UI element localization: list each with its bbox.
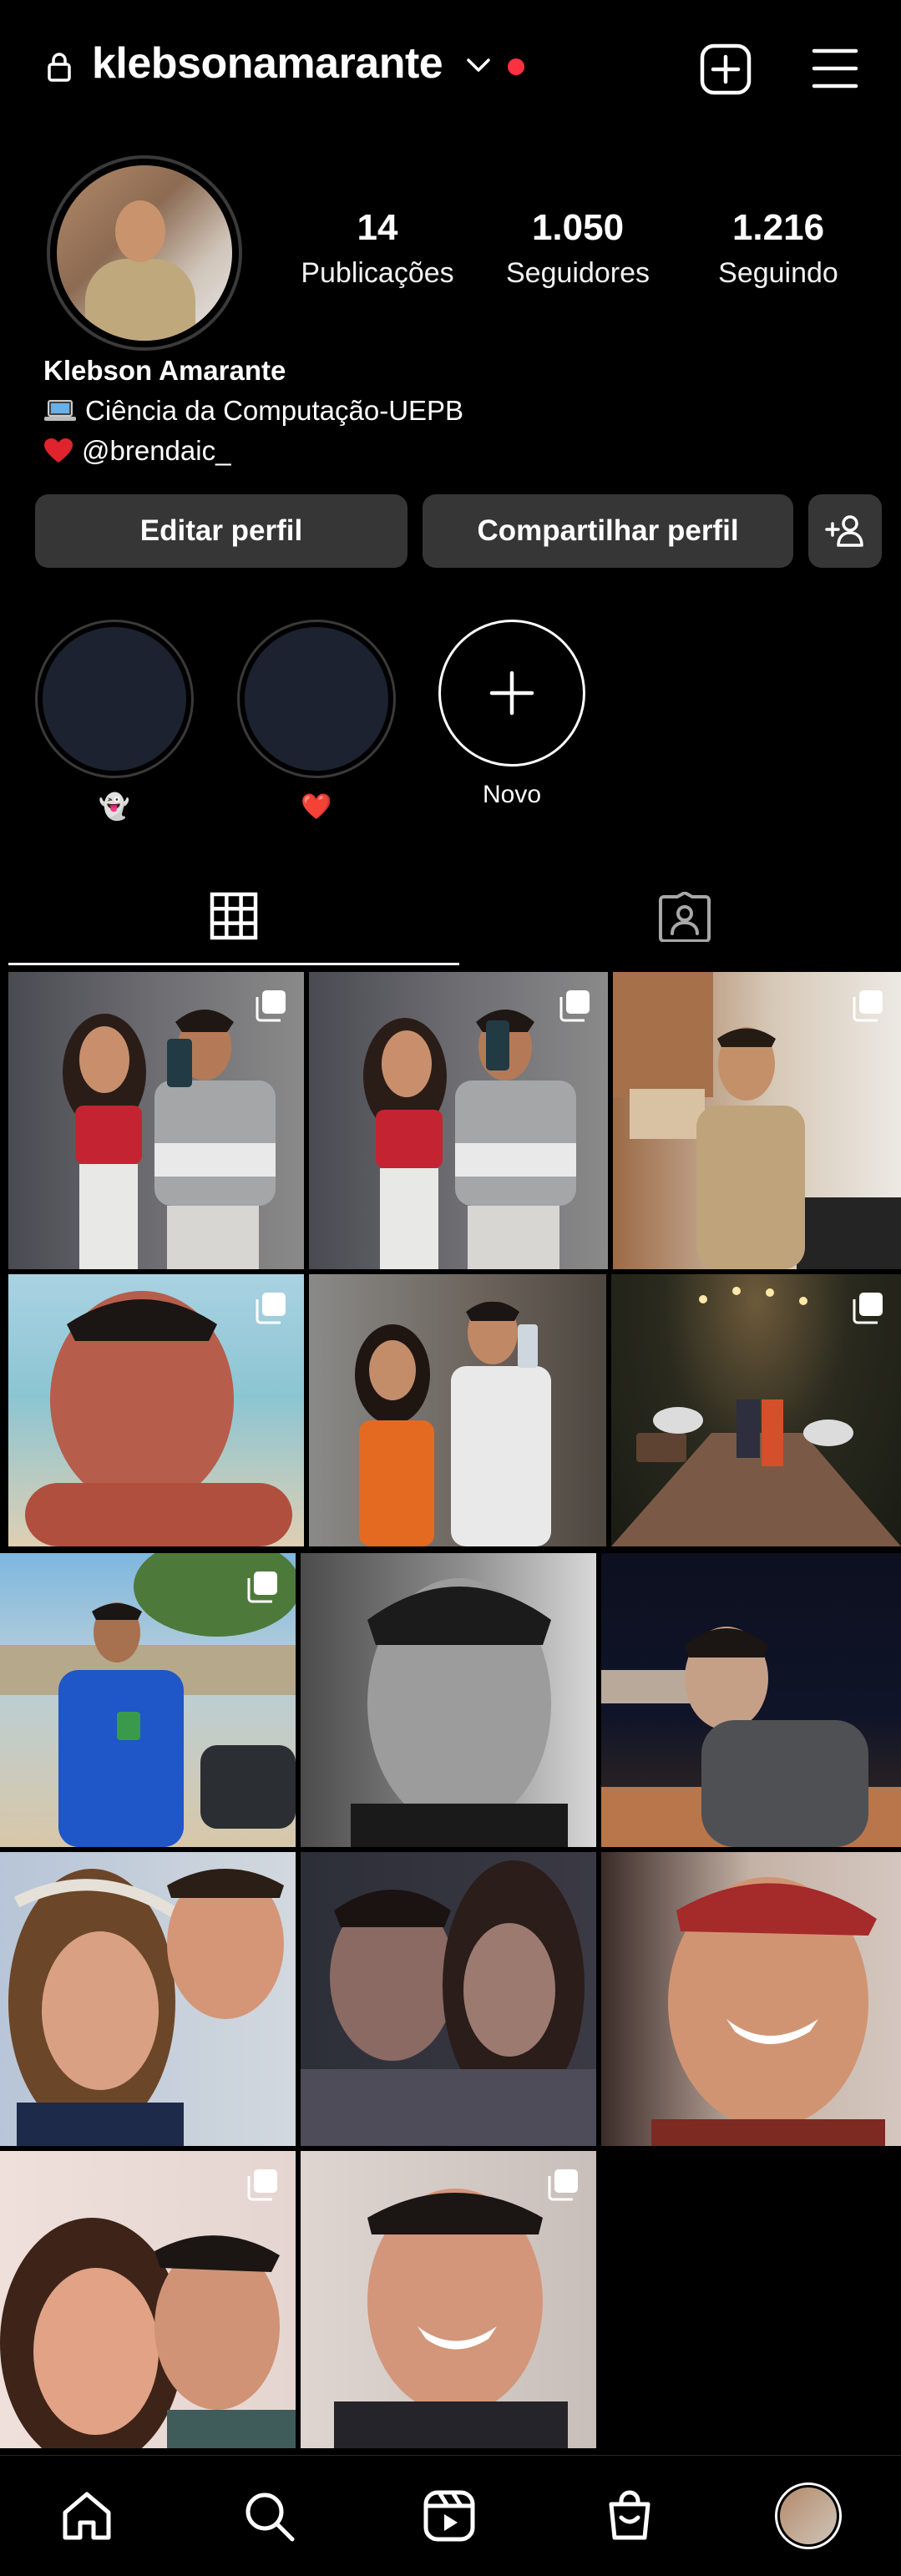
stat-followers-label: Seguidores <box>505 257 650 289</box>
laptop-icon <box>44 400 76 421</box>
bio-line-partner: @brendaic_ <box>43 431 463 471</box>
home-icon <box>63 2492 111 2540</box>
new-highlight-button[interactable] <box>438 620 585 767</box>
carousel-icon <box>853 1293 883 1324</box>
nav-shop[interactable] <box>600 2486 660 2546</box>
post-10[interactable] <box>0 1852 296 2146</box>
carousel-icon <box>256 1293 286 1324</box>
carousel-icon <box>559 990 590 1022</box>
tagged-icon <box>659 892 711 942</box>
post-1[interactable] <box>8 972 304 1269</box>
add-person-icon <box>825 515 863 547</box>
stat-following[interactable]: 1.216 Seguindo <box>695 207 862 290</box>
post-9-photo <box>601 1627 901 1847</box>
red-heart-icon <box>44 438 73 463</box>
top-bar: klebsonamarante <box>0 0 901 138</box>
profile-avatar-icon <box>775 2482 842 2549</box>
highlight-ghost[interactable]: 👻 <box>35 620 194 823</box>
post-9[interactable] <box>601 1553 901 1847</box>
post-14[interactable] <box>301 2151 596 2448</box>
stat-posts-label: Publicações <box>301 257 454 289</box>
bio-mention-link[interactable]: @brendaic_ <box>82 431 230 471</box>
username-switcher[interactable]: klebsonamarante <box>92 38 443 89</box>
post-11-photo <box>301 1860 596 2146</box>
discover-people-button[interactable] <box>808 494 882 568</box>
carousel-icon <box>247 1571 277 1603</box>
post-11[interactable] <box>301 1852 596 2146</box>
post-8-photo <box>351 1578 568 1847</box>
post-12-photo <box>651 1877 885 2146</box>
post-5-photo <box>355 1301 551 1546</box>
post-5[interactable] <box>309 1274 606 1546</box>
highlight-label: Novo <box>482 781 542 808</box>
profile-avatar[interactable] <box>47 155 242 351</box>
highlight-heart[interactable]: ❤️ <box>237 620 396 823</box>
highlight-label: ❤️ <box>301 792 332 821</box>
carousel-icon <box>247 2169 277 2201</box>
post-3[interactable] <box>613 972 901 1269</box>
edit-profile-button[interactable]: Editar perfil <box>35 494 407 568</box>
stat-followers[interactable]: 1.050 Seguidores <box>494 207 661 290</box>
tab-posts-grid[interactable] <box>8 868 459 965</box>
share-profile-button[interactable]: Compartilhar perfil <box>423 494 793 568</box>
search-icon <box>245 2492 295 2542</box>
stat-following-value: 1.216 <box>731 207 825 248</box>
chevron-down-icon[interactable] <box>466 57 491 73</box>
highlight-label: 👻 <box>99 792 130 821</box>
profile-name: Klebson Amarante <box>43 355 286 386</box>
nav-search[interactable] <box>239 2486 299 2546</box>
shop-icon <box>609 2490 650 2540</box>
post-4[interactable] <box>8 1274 304 1546</box>
carousel-icon <box>548 2169 578 2201</box>
post-7[interactable] <box>0 1553 296 1847</box>
profile-tabs <box>8 868 901 965</box>
post-12[interactable] <box>601 1852 901 2146</box>
highlight-new[interactable]: Novo <box>433 620 591 812</box>
create-post-icon[interactable] <box>700 43 752 95</box>
profile-bio: Klebson Amarante Ciência da Computação-U… <box>43 351 463 471</box>
nav-profile[interactable] <box>775 2482 842 2549</box>
plus-icon <box>489 671 534 716</box>
stat-followers-value: 1.050 <box>531 207 625 248</box>
grid-icon <box>210 892 258 939</box>
profile-photo <box>57 165 232 341</box>
reels-icon <box>423 2490 475 2542</box>
nav-home[interactable] <box>57 2486 117 2546</box>
bio-line-education: Ciência da Computação-UEPB <box>43 391 463 431</box>
bio-education-text: Ciência da Computação-UEPB <box>85 395 464 426</box>
stat-posts-value: 14 <box>357 207 398 248</box>
carousel-icon <box>256 990 286 1022</box>
bottom-navigation <box>0 2455 901 2576</box>
post-6[interactable] <box>611 1274 901 1546</box>
lock-icon <box>48 53 71 82</box>
stat-posts[interactable]: 14 Publicações <box>294 207 461 290</box>
post-2[interactable] <box>309 972 608 1269</box>
tab-tagged[interactable] <box>459 868 901 965</box>
post-8[interactable] <box>301 1553 596 1847</box>
post-13[interactable] <box>0 2151 296 2448</box>
nav-reels[interactable] <box>419 2486 479 2546</box>
hamburger-menu-icon[interactable] <box>812 47 858 90</box>
highlight-cover <box>237 620 396 778</box>
post-10-photo <box>8 1869 284 2146</box>
notification-dot <box>508 58 524 75</box>
stat-following-label: Seguindo <box>718 257 838 289</box>
highlight-cover <box>35 620 194 778</box>
carousel-icon <box>853 990 883 1022</box>
